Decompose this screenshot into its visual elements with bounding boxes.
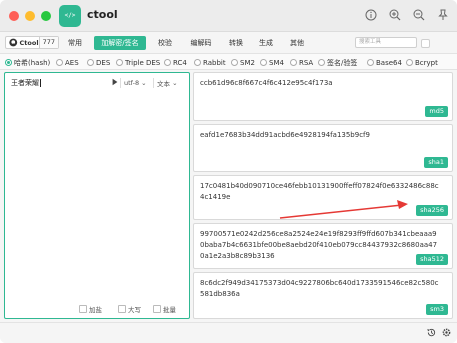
input-panel[interactable]: 王者荣耀 utf-8 ⌄ 文本 ⌄ 加盐 大写 批量 (4, 72, 190, 319)
algo-badge[interactable]: sha512 (416, 254, 448, 265)
algo-badge[interactable]: sm3 (426, 304, 448, 315)
input-textarea[interactable]: 王者荣耀 (11, 78, 41, 88)
chevron-down-icon: ⌄ (172, 79, 178, 87)
result-sha1[interactable]: eafd1e7683b34dd91acbd6e4928194fa135b9cf9… (193, 124, 453, 172)
pin-icon[interactable] (436, 9, 450, 23)
radio-hash[interactable]: 哈希(hash) (5, 57, 50, 68)
history-icon[interactable] (425, 327, 437, 339)
input-type-select[interactable]: 文本 ⌄ (153, 78, 178, 88)
tab-codec[interactable]: 编解码 (184, 36, 218, 50)
tab-encrypt-sign[interactable]: 加解密/签名 (94, 36, 146, 50)
result-md5[interactable]: ccb61d96c8f667c4f6c412e95c4f173a md5 (193, 72, 453, 121)
github-stars: 777 (38, 37, 58, 48)
input-options: 加盐 大写 批量 (5, 303, 189, 315)
radio-bcrypt[interactable]: Bcrypt (406, 57, 438, 68)
app-title: ctool (87, 8, 118, 21)
algo-badge[interactable]: sha1 (424, 157, 448, 168)
tab-generate[interactable]: 生成 (254, 36, 278, 50)
radio-sm4[interactable]: SM4 (260, 57, 284, 68)
category-tab-row: Ctool 777 常用 加解密/签名 校验 编解码 转换 生成 其他 搜索工具 (0, 33, 457, 51)
tab-verify[interactable]: 校验 (153, 36, 177, 50)
status-bar (0, 322, 457, 343)
algorithm-radio-group: 哈希(hash) AES DES Triple DES RC4 Rabbit S… (0, 53, 457, 70)
hash-value: eafd1e7683b34dd91acbd6e4928194fa135b9cf9 (200, 131, 370, 139)
radio-triple-des[interactable]: Triple DES (116, 57, 160, 68)
zoom-out-icon[interactable] (412, 9, 426, 23)
algo-badge[interactable]: sha256 (416, 205, 448, 216)
encoding-select[interactable]: utf-8 ⌄ (120, 78, 147, 88)
result-sha512[interactable]: 99700571e0242d256ce8a2524e24e19f8293ff9f… (193, 223, 453, 269)
github-icon (9, 38, 18, 47)
radio-base64[interactable]: Base64 (367, 57, 402, 68)
radio-rc4[interactable]: RC4 (164, 57, 187, 68)
hash-value: 99700571e0242d256ce8a2524e24e19f8293ff9f… (200, 230, 438, 260)
input-value: 王者荣耀 (11, 79, 39, 87)
radio-sm2[interactable]: SM2 (231, 57, 255, 68)
zoom-in-icon[interactable] (388, 9, 402, 23)
app-window: </> ctool Ctool 777 常用 加解密/签名 校验 编解码 转换 … (0, 0, 457, 343)
title-bar: </> ctool (0, 0, 457, 32)
minimize-window-button[interactable] (25, 11, 35, 21)
result-sm3[interactable]: 8c6dc2f949d34175373d04c9227806bc640d1733… (193, 272, 453, 319)
tab-other[interactable]: 其他 (285, 36, 309, 50)
radio-rabbit[interactable]: Rabbit (194, 57, 226, 68)
radio-rsa[interactable]: RSA (290, 57, 313, 68)
chevron-down-icon[interactable] (421, 39, 430, 48)
result-sha256[interactable]: 17c0481b40d090710ce46febb10131900ffeff07… (193, 175, 453, 220)
maximize-window-button[interactable] (41, 11, 51, 21)
tab-common[interactable]: 常用 (63, 36, 87, 50)
radio-des[interactable]: DES (87, 57, 110, 68)
settings-gear-icon[interactable] (440, 327, 452, 339)
close-window-button[interactable] (9, 11, 19, 21)
radio-sign-verify[interactable]: 签名/验签 (318, 57, 357, 68)
hash-value: 17c0481b40d090710ce46febb10131900ffeff07… (200, 182, 439, 201)
radio-aes[interactable]: AES (56, 57, 79, 68)
hash-value: 8c6dc2f949d34175373d04c9227806bc640d1733… (200, 279, 439, 298)
app-logo: </> (59, 5, 81, 27)
search-input[interactable]: 搜索工具 (355, 37, 417, 48)
hash-value: ccb61d96c8f667c4f6c412e95c4f173a (200, 79, 333, 87)
batch-checkbox[interactable]: 批量 (153, 303, 176, 315)
info-icon[interactable] (364, 9, 378, 23)
tab-convert[interactable]: 转换 (224, 36, 248, 50)
uppercase-checkbox[interactable]: 大写 (118, 303, 141, 315)
github-button[interactable]: Ctool 777 (5, 36, 59, 49)
github-name: Ctool (19, 38, 39, 47)
chevron-down-icon: ⌄ (141, 79, 147, 87)
algo-badge[interactable]: md5 (425, 106, 448, 117)
salt-checkbox[interactable]: 加盐 (79, 303, 102, 315)
